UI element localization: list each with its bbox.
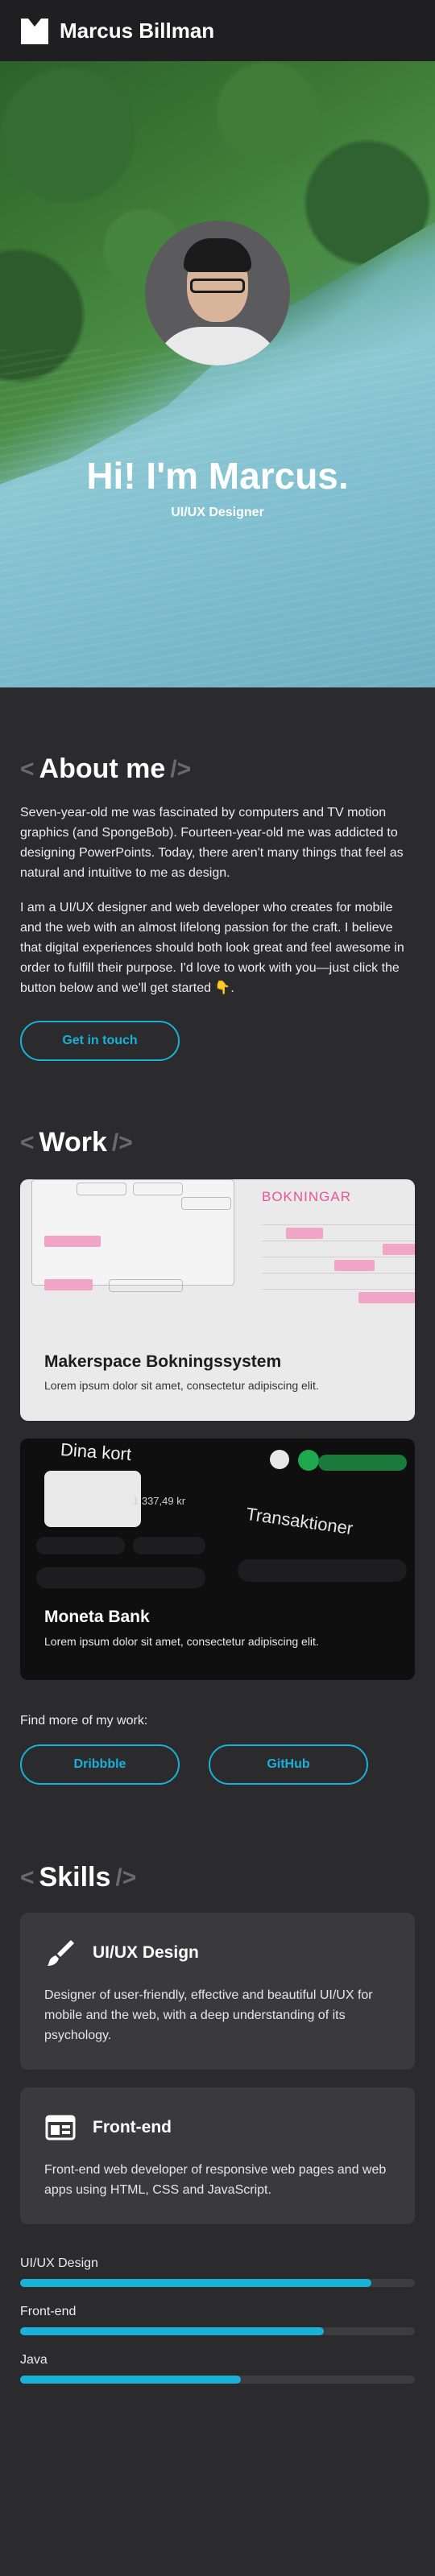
skill-bar-frontend: Front-end (20, 2305, 415, 2335)
work-title: Work (39, 1127, 107, 1158)
shot-heading-right: Transaktioner (244, 1503, 354, 1539)
about-title: About me (39, 753, 166, 784)
work-section: < Work /> BOKNINGAR Makerspace Bokningss… (0, 1061, 435, 1785)
skill-bar-fill (20, 2327, 325, 2335)
work-links: Dribbble GitHub (20, 1744, 415, 1785)
about-paragraph-2: I am a UI/UX designer and web developer … (20, 901, 404, 995)
skills-section: < Skills /> UI/UX Design Designer of use… (0, 1785, 435, 2384)
skill-bars: UI/UX Design Front-end Java (20, 2256, 415, 2384)
skills-heading: < Skills /> (20, 1862, 415, 1893)
skill-name: UI/UX Design (93, 1943, 199, 1962)
skill-card-uiux: UI/UX Design Designer of user-friendly, … (20, 1913, 415, 2070)
skill-bar-uiux: UI/UX Design (20, 2256, 415, 2287)
skill-bar-java: Java (20, 2353, 415, 2384)
project-card-makerspace[interactable]: BOKNINGAR Makerspace Bokningssystem Lore… (20, 1179, 415, 1421)
dribbble-button[interactable]: Dribbble (20, 1744, 180, 1785)
skill-bar-track (20, 2376, 415, 2384)
work-heading: < Work /> (20, 1127, 415, 1158)
skill-bar-track (20, 2327, 415, 2335)
github-button[interactable]: GitHub (209, 1744, 368, 1785)
browser-window-icon (45, 2115, 76, 2140)
shot-amount: 1 337,49 kr (133, 1495, 186, 1507)
project-description: Lorem ipsum dolor sit amet, consectetur … (44, 1635, 319, 1648)
project-title: Moneta Bank (44, 1608, 150, 1626)
project-card-moneta[interactable]: Dina kort 1 337,49 kr Transaktioner Mone… (20, 1439, 415, 1680)
bracket-right: /> (111, 1129, 133, 1156)
project-screenshot: BOKNINGAR (20, 1179, 415, 1332)
hero-subtitle: UI/UX Designer (171, 506, 264, 519)
shot-heading-left: Dina kort (60, 1439, 132, 1465)
m-logo-icon[interactable] (19, 15, 50, 46)
project-description: Lorem ipsum dolor sit amet, consectetur … (44, 1379, 319, 1392)
about-heading: < About me /> (20, 753, 415, 785)
shot-heading: BOKNINGAR (262, 1189, 352, 1204)
site-name[interactable]: Marcus Billman (60, 19, 214, 43)
skill-description: Designer of user-friendly, effective and… (44, 1988, 373, 2042)
hero-banner: Hi! I'm Marcus. UI/UX Designer (0, 61, 435, 687)
brush-icon (48, 1940, 74, 1966)
skill-bar-label: UI/UX Design (20, 2256, 98, 2270)
avatar (145, 221, 290, 365)
bracket-right: /> (170, 755, 192, 782)
skills-title: Skills (39, 1862, 111, 1893)
get-in-touch-button[interactable]: Get in touch (20, 1021, 180, 1061)
skill-card-frontend: Front-end Front-end web developer of res… (20, 2087, 415, 2224)
about-section: < About me /> Seven-year-old me was fasc… (0, 687, 435, 1061)
bracket-right: /> (115, 1864, 137, 1891)
project-title: Makerspace Bokningssystem (44, 1352, 282, 1371)
about-paragraph-1: Seven-year-old me was fascinated by comp… (20, 806, 404, 880)
bracket-left: < (20, 1129, 35, 1156)
skill-bar-label: Front-end (20, 2305, 77, 2318)
bracket-left: < (20, 755, 35, 782)
skill-bar-fill (20, 2279, 372, 2287)
hero-title: Hi! I'm Marcus. (86, 455, 349, 497)
bracket-left: < (20, 1864, 35, 1891)
skill-bar-fill (20, 2376, 242, 2384)
skill-description: Front-end web developer of responsive we… (44, 2163, 387, 2197)
top-bar: Marcus Billman (0, 0, 435, 61)
skill-name: Front-end (93, 2118, 172, 2136)
skill-bar-track (20, 2279, 415, 2287)
project-screenshot: Dina kort 1 337,49 kr Transaktioner (20, 1439, 415, 1591)
skill-bar-label: Java (20, 2353, 48, 2367)
find-more-label: Find more of my work: (20, 1714, 148, 1728)
